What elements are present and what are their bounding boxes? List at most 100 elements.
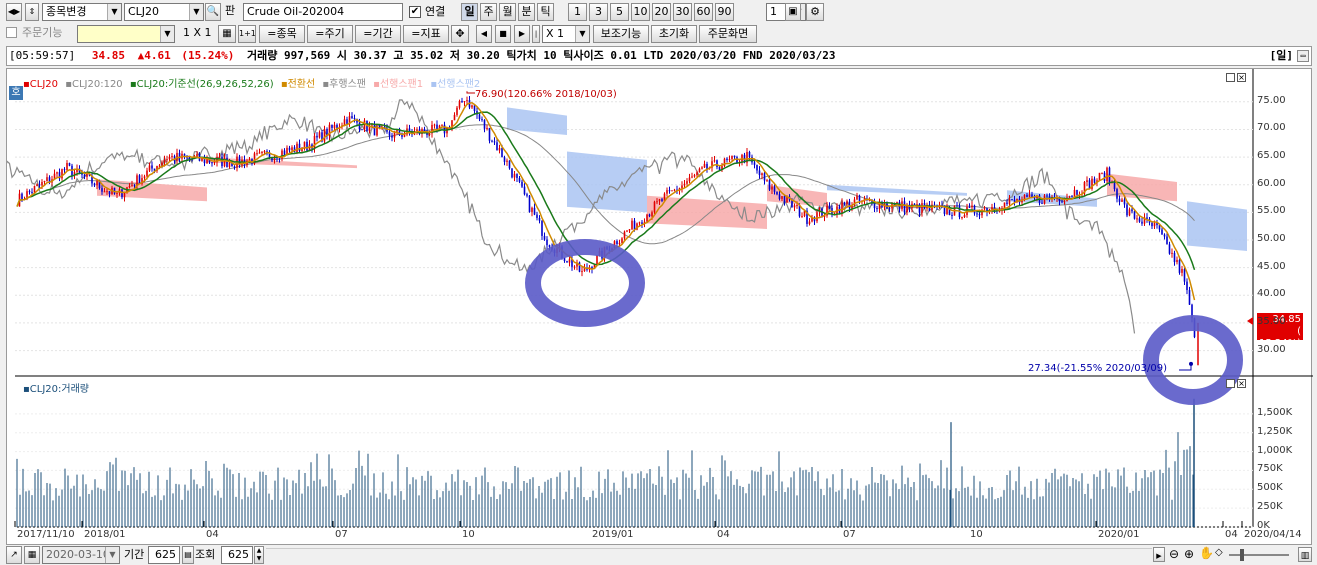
candle-body [466, 100, 468, 102]
candle-body [1076, 189, 1078, 195]
lookup-input[interactable]: 625 [221, 546, 253, 564]
chart-area[interactable]: ▪CLJ20 ▪CLJ20:120 ▪CLJ20:기준선(26,9,26,52,… [6, 68, 1313, 546]
candle-body [296, 143, 298, 153]
lookup-icon[interactable]: ▤ [182, 546, 194, 564]
sync-button-0[interactable]: =종목 [259, 25, 305, 43]
stepper-icon-small[interactable]: ◇ [1215, 547, 1223, 558]
candle-body [1071, 196, 1073, 198]
order-function-checkbox[interactable] [6, 27, 17, 38]
stop-icon[interactable]: ■ [495, 25, 511, 43]
interval-button-1[interactable]: 1 [568, 3, 587, 21]
interval-button-10[interactable]: 10 [631, 3, 650, 21]
link-checkbox[interactable]: ✔ [409, 6, 421, 18]
candle-body [978, 213, 981, 216]
candle-body [68, 162, 71, 166]
interval-button-20[interactable]: 20 [652, 3, 671, 21]
bar-icon[interactable]: | [532, 25, 540, 43]
chevron-down-icon[interactable]: ▼ [189, 4, 203, 20]
candle-body [163, 159, 166, 163]
chevron-down-icon[interactable]: ▼ [575, 26, 589, 42]
quote-info-bar: [05:59:57] 34.85 ▲4.61 (15.24%) 거래량 997,… [6, 46, 1312, 66]
sync-button-3[interactable]: =지표 [403, 25, 449, 43]
price-tick-label: 60.00 [1257, 177, 1286, 189]
volume-legend: ▪CLJ20:거래량 [23, 384, 89, 395]
candle-body [1151, 222, 1153, 227]
move-icon[interactable]: ✥ [451, 25, 469, 43]
chevron-down-icon[interactable]: ▼ [107, 4, 121, 20]
interval-button-3[interactable]: 3 [589, 3, 608, 21]
candle-body [361, 129, 363, 131]
interval-button-60[interactable]: 60 [694, 3, 713, 21]
order-function-select[interactable]: ▼ [77, 25, 175, 43]
candle-body [1086, 180, 1088, 183]
date-select[interactable]: 2020-03-10 ▼ [42, 546, 120, 564]
period-button-1[interactable]: 주 [480, 3, 497, 21]
gear-icon[interactable]: ⚙ [806, 3, 824, 21]
ho-badge[interactable]: 호 [9, 86, 23, 100]
play-back-icon[interactable]: ◀ [476, 25, 492, 43]
sync-button-1[interactable]: =주기 [307, 25, 353, 43]
candle-body [1116, 189, 1118, 199]
interval-button-30[interactable]: 30 [673, 3, 692, 21]
zoom-in-icon[interactable]: ⊕ [1184, 547, 1194, 561]
candle-body [751, 156, 753, 163]
prev-next-arrows-button[interactable]: ◀▶ [6, 3, 22, 21]
chevron-down-icon[interactable]: ▼ [105, 547, 119, 563]
candle-body [983, 207, 986, 210]
horizontal-scrollbar[interactable] [266, 548, 1152, 562]
volume-tick-label: 1,500K [1257, 406, 1293, 418]
save-icon[interactable]: ▣ [785, 3, 801, 21]
volume-panel-maximize-icon[interactable] [1226, 379, 1235, 388]
candle-body [313, 135, 316, 149]
period-button-3[interactable]: 분 [518, 3, 535, 21]
aux-function-button[interactable]: 보조기능 [593, 25, 649, 43]
sync-button-2[interactable]: =기간 [355, 25, 401, 43]
window-control-icon[interactable]: ▭ [1297, 50, 1309, 62]
grid-icon[interactable]: ▦ [218, 25, 236, 43]
period-button-2[interactable]: 월 [499, 3, 516, 21]
last-price-pointer [1247, 317, 1253, 325]
search-icon[interactable]: 🔍 [205, 3, 221, 21]
change-symbol-select[interactable]: 종목변경 ▼ [42, 3, 122, 21]
candle-body [573, 266, 576, 268]
candle-body [486, 127, 488, 129]
candle-body [263, 151, 266, 153]
panel-maximize-icon[interactable] [1226, 73, 1235, 82]
candle-body [726, 158, 728, 161]
period-button-4[interactable]: 틱 [537, 3, 554, 21]
reset-button[interactable]: 초기화 [651, 25, 697, 43]
play-forward-icon[interactable]: ▶ [514, 25, 530, 43]
volume-panel-close-icon[interactable]: × [1237, 379, 1246, 388]
hand-icon[interactable]: ✋ [1199, 546, 1214, 560]
candle-body [166, 159, 168, 161]
candle-body [631, 220, 633, 230]
zoom-slider-handle[interactable] [1240, 549, 1244, 561]
interval-button-5[interactable]: 5 [610, 3, 629, 21]
zoom-out-icon[interactable]: ⊖ [1169, 547, 1179, 561]
price-volume-chart[interactable] [7, 69, 1313, 546]
scroll-right-icon[interactable]: ▶ [1153, 547, 1165, 562]
speed-select[interactable]: X 1 ▼ [542, 25, 590, 43]
calendar-icon[interactable]: ▦ [24, 546, 40, 564]
price-tick-label: 65.00 [1257, 150, 1286, 162]
period-button-0[interactable]: 일 [461, 3, 478, 21]
candle-body [353, 118, 356, 120]
symbol-code-input[interactable]: CLJ20 ▼ [124, 3, 204, 21]
candle-body [1133, 211, 1136, 219]
interval-button-90[interactable]: 90 [715, 3, 734, 21]
candle-body [168, 156, 171, 160]
stepper-icon[interactable]: ▲ ▼ [254, 546, 264, 564]
panel-close-icon[interactable]: × [1237, 73, 1246, 82]
zoom-slider[interactable] [1229, 554, 1289, 556]
candle-body [1188, 290, 1191, 305]
period-input[interactable]: 625 [148, 546, 180, 564]
chevron-down-icon[interactable]: ▼ [160, 26, 174, 42]
updown-arrows-button[interactable]: ⇕ [25, 3, 39, 21]
grid-split-button[interactable]: 1+1 [238, 25, 256, 43]
price-tick-label: 40.00 [1257, 288, 1286, 300]
layout-icon[interactable]: ▥ [1298, 547, 1312, 562]
chart-tool-icon[interactable]: ↗ [6, 546, 22, 564]
candle-body [718, 167, 721, 170]
order-screen-button[interactable]: 주문화면 [699, 25, 757, 43]
candle-body [616, 241, 618, 245]
